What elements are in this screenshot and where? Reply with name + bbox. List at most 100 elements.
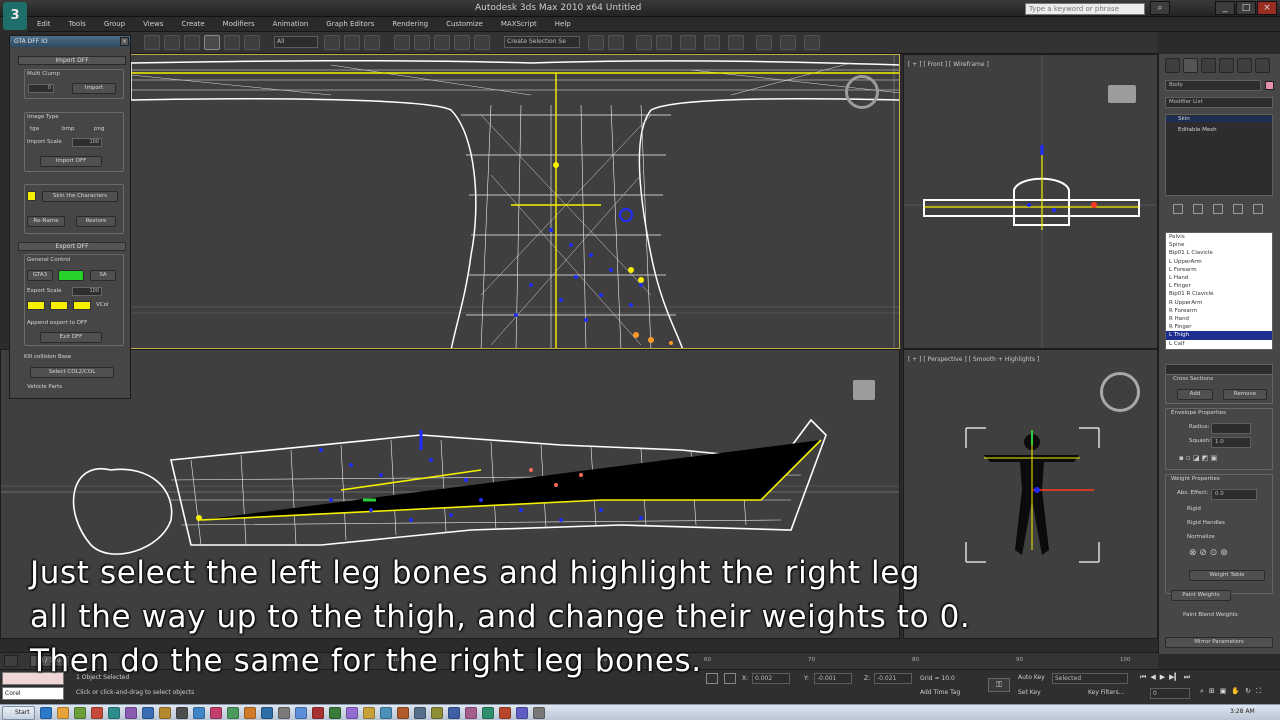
close-button[interactable]: × bbox=[1257, 1, 1277, 15]
taskbar-app-icon[interactable] bbox=[499, 707, 511, 719]
bone-list-item[interactable]: Spine bbox=[1166, 241, 1272, 249]
viewport-front[interactable]: [ + ] [ Front ] [ Wireframe ] bbox=[903, 54, 1158, 349]
align-icon[interactable] bbox=[608, 35, 624, 50]
taskbar-app-icon[interactable] bbox=[533, 707, 545, 719]
export-rollout-header[interactable]: Export DFF bbox=[18, 242, 126, 251]
menu-group[interactable]: Group bbox=[95, 17, 134, 31]
taskbar-app-icon[interactable] bbox=[329, 707, 341, 719]
export-gta3-button[interactable]: GTA3 bbox=[27, 270, 53, 281]
export-dff-button[interactable]: Exit DFF bbox=[40, 332, 102, 343]
paint-blend-checkbox[interactable]: Paint Blend Weights bbox=[1183, 612, 1238, 618]
taskbar-app-icon[interactable] bbox=[431, 707, 443, 719]
percent-snap-icon[interactable] bbox=[434, 35, 450, 50]
select-move-icon[interactable] bbox=[204, 35, 220, 50]
image-type-tga-radio[interactable]: tga bbox=[30, 126, 39, 132]
bone-list-item[interactable]: L UpperArm bbox=[1166, 258, 1272, 266]
taskbar-app-icon[interactable] bbox=[142, 707, 154, 719]
previous-frame-icon[interactable]: ◀ bbox=[1150, 673, 1155, 685]
taskbar-app-icon[interactable] bbox=[159, 707, 171, 719]
render-setup-icon[interactable] bbox=[756, 35, 772, 50]
select-by-name-icon[interactable] bbox=[324, 35, 340, 50]
append-export-checkbox[interactable]: Append export to DFF bbox=[27, 320, 87, 326]
taskbar-app-icon[interactable] bbox=[482, 707, 494, 719]
export-sa-button[interactable]: SA bbox=[90, 270, 116, 281]
bone-list-item[interactable]: R Hand bbox=[1166, 315, 1272, 323]
taskbar-app-icon[interactable] bbox=[244, 707, 256, 719]
skin-characters-button[interactable]: Skin the Characters bbox=[42, 191, 118, 202]
configure-sets-icon[interactable] bbox=[1253, 204, 1263, 214]
clump-spinner[interactable]: 0 bbox=[28, 84, 54, 93]
stack-item-editable-mesh[interactable]: Editable Mesh bbox=[1178, 127, 1217, 133]
menu-customize[interactable]: Customize bbox=[437, 17, 492, 31]
taskbar-app-icon[interactable] bbox=[40, 707, 52, 719]
select-scale-icon[interactable] bbox=[244, 35, 260, 50]
viewcube-icon[interactable] bbox=[845, 75, 879, 109]
add-cross-section-button[interactable]: Add bbox=[1177, 389, 1213, 400]
abs-effect-spinner[interactable]: 0.0 bbox=[1211, 489, 1257, 500]
window-crossing-icon[interactable] bbox=[364, 35, 380, 50]
modifier-list-dropdown[interactable]: Modifier List bbox=[1165, 97, 1273, 108]
modify-tab-icon[interactable] bbox=[1183, 58, 1198, 73]
bone-list-item[interactable]: Bip01 L Clavicle bbox=[1166, 249, 1272, 257]
select-object-icon[interactable] bbox=[184, 35, 200, 50]
object-color-swatch[interactable] bbox=[1265, 81, 1274, 90]
edit-named-selection-icon[interactable] bbox=[474, 35, 490, 50]
vehicle-parts-checkbox[interactable]: Vehicle Parts bbox=[27, 384, 62, 390]
create-tab-icon[interactable] bbox=[1165, 58, 1180, 73]
bone-list-item[interactable]: R UpperArm bbox=[1166, 299, 1272, 307]
minimize-button[interactable]: _ bbox=[1215, 1, 1235, 15]
weight-table-button[interactable]: Weight Table bbox=[1189, 570, 1265, 581]
object-name-field[interactable]: Body bbox=[1165, 80, 1261, 91]
taskbar-app-icon[interactable] bbox=[346, 707, 358, 719]
next-frame-icon[interactable]: ▶▎ bbox=[1169, 673, 1180, 685]
export-swatch-2[interactable] bbox=[50, 301, 68, 310]
taskbar-app-icon[interactable] bbox=[74, 707, 86, 719]
menu-maxscript[interactable]: MAXScript bbox=[492, 17, 546, 31]
mirror-icon[interactable] bbox=[588, 35, 604, 50]
maximize-viewport-icon[interactable]: ⛶ bbox=[1256, 687, 1261, 699]
remove-modifier-icon[interactable] bbox=[1233, 204, 1243, 214]
image-type-bmp-radio[interactable]: bmp bbox=[62, 126, 74, 132]
normalize-checkbox[interactable]: Normalize bbox=[1187, 534, 1215, 540]
go-to-start-icon[interactable]: ⏮ bbox=[1140, 673, 1146, 685]
bone-list-item[interactable]: R Forearm bbox=[1166, 307, 1272, 315]
make-unique-icon[interactable] bbox=[1213, 204, 1223, 214]
restore-button[interactable]: Restore bbox=[76, 216, 116, 227]
taskbar-app-icon[interactable] bbox=[210, 707, 222, 719]
play-icon[interactable]: ▶ bbox=[1160, 673, 1165, 685]
spinner-snap-icon[interactable] bbox=[454, 35, 470, 50]
export-vc-button[interactable]: VC bbox=[58, 270, 84, 281]
collision-rollout-header[interactable]: Kill collision Base bbox=[24, 354, 71, 360]
pin-stack-icon[interactable] bbox=[1173, 204, 1183, 214]
motion-tab-icon[interactable] bbox=[1219, 58, 1234, 73]
rendered-frame-icon[interactable] bbox=[780, 35, 796, 50]
mirror-parameters-rollout[interactable]: Mirror Parameters bbox=[1165, 637, 1273, 648]
rename-button[interactable]: Re-Name bbox=[27, 216, 65, 227]
snaps-toggle-icon[interactable] bbox=[394, 35, 410, 50]
dialog-title[interactable]: GTA DFF IO bbox=[10, 36, 130, 47]
menu-animation[interactable]: Animation bbox=[264, 17, 318, 31]
import-button[interactable]: Import bbox=[72, 83, 116, 94]
rectangular-selection-icon[interactable] bbox=[344, 35, 360, 50]
utilities-tab-icon[interactable] bbox=[1255, 58, 1270, 73]
set-key-button[interactable]: Set Key bbox=[1018, 689, 1041, 696]
search-icon[interactable]: ⌕ bbox=[1150, 1, 1170, 15]
viewport-top-left[interactable] bbox=[130, 54, 900, 349]
taskbar-app-icon[interactable] bbox=[414, 707, 426, 719]
import-scale-spinner[interactable]: 100 bbox=[72, 138, 102, 147]
viewcube-icon[interactable] bbox=[1108, 85, 1136, 103]
taskbar-app-icon[interactable] bbox=[397, 707, 409, 719]
bone-list-item[interactable]: Pelvis bbox=[1166, 233, 1272, 241]
orbit-icon[interactable]: ↻ bbox=[1245, 687, 1251, 699]
taskbar-app-icon[interactable] bbox=[125, 707, 137, 719]
skin-color-swatch[interactable] bbox=[27, 191, 36, 201]
go-to-end-icon[interactable]: ⏭ bbox=[1184, 673, 1190, 685]
curve-editor-icon[interactable] bbox=[680, 35, 696, 50]
search-input[interactable]: Type a keyword or phrase bbox=[1025, 3, 1145, 15]
menu-graph-editors[interactable]: Graph Editors bbox=[317, 17, 383, 31]
show-end-result-icon[interactable] bbox=[1193, 204, 1203, 214]
export-swatch-3[interactable] bbox=[73, 301, 91, 310]
export-swatch-1[interactable] bbox=[27, 301, 45, 310]
import-rollout-header[interactable]: Import DFF bbox=[18, 56, 126, 65]
render-teapot-icon[interactable] bbox=[804, 35, 820, 50]
